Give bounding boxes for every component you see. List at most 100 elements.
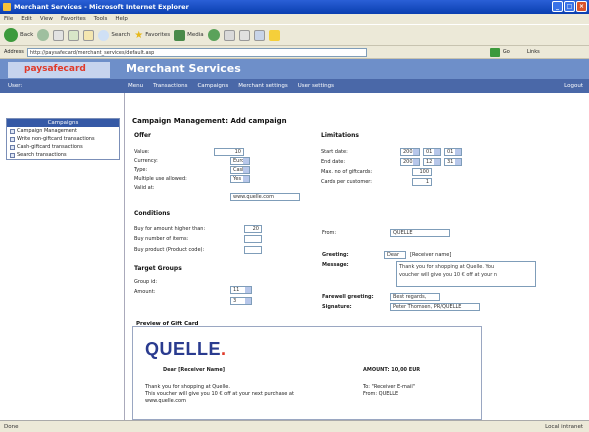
ie-icon <box>3 3 11 11</box>
home-icon[interactable] <box>83 29 95 41</box>
nav-campaigns[interactable]: Campaigns <box>197 83 228 89</box>
signature-input[interactable]: Peter Thomsen, PR/QUELLE <box>390 303 480 311</box>
page-icon <box>10 152 15 158</box>
max-giftcards-input[interactable]: 100 <box>412 168 432 176</box>
close-button[interactable]: × <box>576 1 587 12</box>
nav-merchant-settings[interactable]: Merchant settings <box>238 83 287 89</box>
target-groups-section-title: Target Groups <box>134 265 182 272</box>
menu-tools[interactable]: Tools <box>94 16 108 24</box>
search-label: Search <box>111 32 131 38</box>
menu-edit[interactable]: Edit <box>21 16 32 24</box>
mail-icon[interactable] <box>223 29 235 41</box>
max-giftcards-label: Max. no of giftcards: <box>321 169 373 175</box>
media-button[interactable]: Media <box>174 29 204 41</box>
forward-icon[interactable] <box>37 29 50 41</box>
links-button[interactable]: Links <box>527 49 540 55</box>
nav-menu[interactable]: Menu <box>128 83 143 89</box>
from-input[interactable]: QUELLE <box>390 229 450 237</box>
media-label: Media <box>187 32 204 38</box>
end-year-select[interactable]: 2003 <box>400 158 420 166</box>
sidebar-item-label: Write non-giftcard transactions <box>17 136 95 142</box>
valid-at-input[interactable]: www.quelle.com <box>230 193 300 201</box>
value-input[interactable]: 10 <box>214 148 244 156</box>
quelle-logo: QUELLE. <box>145 339 227 359</box>
preview-body-line: Thank you for shopping at Quelle. <box>145 384 230 390</box>
go-icon[interactable] <box>489 47 500 57</box>
type-select[interactable]: Cash <box>230 166 250 174</box>
start-date-label: Start date: <box>321 149 348 155</box>
target-amount-select[interactable]: 3 <box>230 297 252 305</box>
sidebar: Campaigns Campaign Management Write non-… <box>0 93 125 420</box>
back-button[interactable]: Back <box>4 28 33 42</box>
preview-dear: Dear [Receiver Name] <box>163 367 226 373</box>
currency-label: Currency: <box>134 158 158 164</box>
sidebar-item-cash-transactions[interactable]: Cash-giftcard transactions <box>7 143 119 151</box>
message-line: voucher will give you 10 € off at your n <box>399 272 498 278</box>
history-icon[interactable] <box>207 29 220 41</box>
conditions-section-title: Conditions <box>134 210 171 217</box>
site-logo[interactable]: paysafecard <box>8 62 110 78</box>
end-month-select[interactable]: 12 <box>423 158 441 166</box>
start-month-select[interactable]: 01 <box>423 148 441 156</box>
cards-per-customer-input[interactable]: 1 <box>412 178 432 186</box>
refresh-icon[interactable] <box>68 29 80 41</box>
menu-file[interactable]: File <box>4 16 13 24</box>
group-id-select[interactable]: 11 <box>230 286 252 294</box>
preview-from: From: QUELLE <box>363 391 399 397</box>
farewell-input[interactable]: Best regards, <box>390 293 440 301</box>
stop-icon[interactable] <box>53 29 65 41</box>
folder-icon[interactable] <box>268 29 280 41</box>
maximize-button[interactable]: □ <box>564 1 575 12</box>
sidebar-item-label: Cash-giftcard transactions <box>17 144 83 150</box>
edit-icon[interactable] <box>253 29 265 41</box>
campaigns-menu: Campaigns Campaign Management Write non-… <box>6 118 120 160</box>
sidebar-item-write-transactions[interactable]: Write non-giftcard transactions <box>7 135 119 143</box>
back-label: Back <box>20 32 34 38</box>
amount-higher-input[interactable]: 20 <box>244 225 262 233</box>
start-day-select[interactable]: 01 <box>444 148 462 156</box>
print-icon[interactable] <box>238 29 250 41</box>
multiple-use-select[interactable]: Yes <box>230 175 250 183</box>
page-icon <box>10 128 15 134</box>
page-title: Campaign Management: Add campaign <box>132 117 287 125</box>
currency-select[interactable]: Euro <box>230 157 250 165</box>
site-nav-bar: User: Menu Transactions Campaigns Mercha… <box>0 79 589 93</box>
message-textarea[interactable]: Thank you for shopping at Quelle. You vo… <box>396 261 536 287</box>
type-label: Type: <box>134 167 148 173</box>
number-items-label: Buy number of items: <box>134 236 189 242</box>
browser-toolbar: Back Search ★ Favorites Media <box>0 24 589 46</box>
preview-body-line: www.quelle.com <box>145 398 186 404</box>
nav-user-settings[interactable]: User settings <box>298 83 334 89</box>
greeting-input[interactable]: Dear <box>384 251 406 259</box>
logout-link[interactable]: Logout <box>564 83 583 89</box>
end-day-select[interactable]: 31 <box>444 158 462 166</box>
search-button[interactable]: Search <box>98 29 131 41</box>
campaigns-menu-header: Campaigns <box>7 119 119 127</box>
menu-favorites[interactable]: Favorites <box>61 16 86 24</box>
menu-help[interactable]: Help <box>115 16 128 24</box>
main-content: Campaign Management: Add campaign Offer … <box>126 93 589 420</box>
window-title: Merchant Services - Microsoft Internet E… <box>14 3 189 11</box>
sidebar-item-search-transactions[interactable]: Search transactions <box>7 151 119 159</box>
offer-section-title: Offer <box>134 132 151 139</box>
favorites-button[interactable]: ★ Favorites <box>134 30 170 41</box>
minimize-button[interactable]: _ <box>552 1 563 12</box>
address-input[interactable]: http://paysafecard/merchant_services/def… <box>26 47 367 57</box>
nav-transactions[interactable]: Transactions <box>153 83 187 89</box>
go-button[interactable]: Go <box>503 49 510 55</box>
sidebar-item-campaign-management[interactable]: Campaign Management <box>7 127 119 135</box>
page-icon <box>10 144 15 150</box>
window-title-bar: Merchant Services - Microsoft Internet E… <box>0 0 589 14</box>
product-code-input[interactable] <box>244 246 262 254</box>
preview-body: Thank you for shopping at Quelle. This v… <box>145 384 294 405</box>
menu-view[interactable]: View <box>40 16 53 24</box>
farewell-label: Farewell greeting: <box>322 294 374 300</box>
top-nav: Menu Transactions Campaigns Merchant set… <box>128 83 334 89</box>
product-code-label: Buy product (Product code): <box>134 247 205 253</box>
favorites-label: Favorites <box>145 32 171 38</box>
preview-body-line: This voucher will give you 10 € off at y… <box>145 391 294 397</box>
address-label: Address <box>4 49 24 55</box>
start-year-select[interactable]: 2003 <box>400 148 420 156</box>
search-icon <box>98 29 110 41</box>
number-items-input[interactable] <box>244 235 262 243</box>
